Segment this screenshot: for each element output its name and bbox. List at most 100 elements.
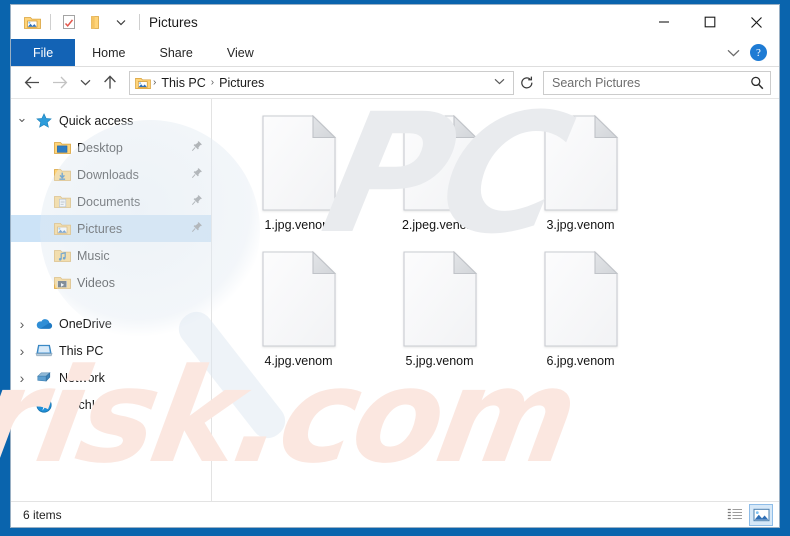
sidebar-item-label: Documents xyxy=(77,194,141,209)
file-item[interactable]: 3.jpg.venom xyxy=(510,111,651,247)
this-pc-icon xyxy=(33,343,55,358)
quick-access-toolbar xyxy=(11,11,143,33)
sidebar-item-this-pc[interactable]: This PC xyxy=(11,337,211,364)
documents-folder-icon xyxy=(51,194,73,209)
recent-locations-button[interactable] xyxy=(75,71,95,95)
maximize-button[interactable] xyxy=(687,5,733,39)
file-list-pane: 1.jpg.venom 2.jpeg.venom 3.jpg.venom 4.jpg.… xyxy=(212,99,779,501)
chevron-right-icon[interactable] xyxy=(11,370,33,386)
sidebar-item-videos[interactable]: Videos xyxy=(11,269,211,296)
pin-icon[interactable] xyxy=(191,194,203,209)
item-count-label: 6 items xyxy=(23,507,62,522)
blank-document-icon xyxy=(543,114,618,211)
pictures-folder-icon[interactable] xyxy=(21,11,43,33)
sidebar-item-music[interactable]: Music xyxy=(11,242,211,269)
chevron-right-icon[interactable] xyxy=(11,316,33,332)
sidebar-item-downloads[interactable]: Downloads xyxy=(11,161,211,188)
desktop-folder-icon xyxy=(51,140,73,155)
pictures-folder-icon xyxy=(51,221,73,236)
file-item[interactable]: 6.jpg.venom xyxy=(510,247,651,383)
sidebar-group-spacer xyxy=(11,296,211,310)
caption-buttons xyxy=(641,5,779,39)
explorer-content: Quick access Desktop Downloads Documents Pic… xyxy=(11,99,779,501)
file-item[interactable]: 4.jpg.venom xyxy=(228,247,369,383)
search-input[interactable]: Search Pictures xyxy=(552,76,750,90)
toolbar-divider xyxy=(50,14,51,30)
refresh-button[interactable] xyxy=(516,71,538,95)
breadcrumb-folder-icon xyxy=(135,76,151,90)
sidebar-item-desktop[interactable]: Desktop xyxy=(11,134,211,161)
blank-document-icon xyxy=(402,250,477,347)
breadcrumb-dropdown-icon[interactable] xyxy=(490,77,509,88)
sidebar-item-network[interactable]: Network xyxy=(11,364,211,391)
blank-document-icon xyxy=(261,114,336,211)
file-name-label: 6.jpg.venom xyxy=(546,354,615,368)
downloads-folder-icon xyxy=(51,167,73,182)
breadcrumb-separator-1[interactable]: › xyxy=(151,77,158,88)
breadcrumb-item-pictures[interactable]: Pictures xyxy=(216,76,267,90)
sidebar-item-label: Quick access xyxy=(59,113,134,128)
blank-document-icon xyxy=(543,250,618,347)
tab-view[interactable]: View xyxy=(210,39,271,66)
network-icon xyxy=(33,370,55,385)
customize-dropdown-icon[interactable] xyxy=(110,11,132,33)
sidebar-item-quick-access[interactable]: Quick access xyxy=(11,107,211,134)
search-icon[interactable] xyxy=(750,76,764,90)
tab-share[interactable]: Share xyxy=(143,39,210,66)
large-icons-view-button[interactable] xyxy=(749,503,773,526)
help-icon[interactable]: ? xyxy=(750,44,767,61)
properties-icon[interactable] xyxy=(58,11,80,33)
sidebar-item-label: This PC xyxy=(59,343,104,358)
file-item[interactable]: 1.jpg.venom xyxy=(228,111,369,247)
ribbon-tab-bar: File Home Share View ? xyxy=(11,39,779,67)
file-name-label: 5.jpg.venom xyxy=(405,354,474,368)
tab-file[interactable]: File xyxy=(11,39,76,66)
file-item[interactable]: 2.jpeg.venom xyxy=(369,111,510,247)
new-folder-icon[interactable] xyxy=(84,11,106,33)
breadcrumb[interactable]: › This PC › Pictures xyxy=(129,70,514,95)
pin-icon[interactable] xyxy=(191,221,203,236)
videos-folder-icon xyxy=(51,275,73,290)
star-icon xyxy=(33,112,55,129)
sidebar-item-onedrive[interactable]: OneDrive xyxy=(11,310,211,337)
details-view-button[interactable] xyxy=(723,504,747,526)
ribbon-controls: ? xyxy=(727,39,779,66)
forward-button[interactable] xyxy=(47,71,73,95)
blank-document-icon xyxy=(261,250,336,347)
file-item[interactable]: 5.jpg.venom xyxy=(369,247,510,383)
file-name-label: 3.jpg.venom xyxy=(546,218,615,232)
sidebar-item-label: Music xyxy=(77,248,110,263)
onedrive-cloud-icon xyxy=(33,317,55,331)
chevron-right-icon[interactable] xyxy=(11,397,33,413)
file-explorer-window: Pictures File Home Share View ? › This P… xyxy=(10,4,780,528)
chevron-right-icon[interactable] xyxy=(11,343,33,359)
file-name-label: 4.jpg.venom xyxy=(264,354,333,368)
address-bar: › This PC › Pictures Search Pictures xyxy=(11,67,779,99)
tab-home[interactable]: Home xyxy=(75,39,142,66)
sidebar-item-documents[interactable]: Documents xyxy=(11,188,211,215)
sidebar-item-pictures[interactable]: Pictures xyxy=(11,215,211,242)
close-button[interactable] xyxy=(733,5,779,39)
breadcrumb-item-this-pc[interactable]: This PC xyxy=(158,76,208,90)
status-bar: 6 items xyxy=(11,501,779,527)
expand-ribbon-icon[interactable] xyxy=(727,44,740,62)
chevron-down-icon[interactable] xyxy=(11,113,33,129)
pin-icon[interactable] xyxy=(191,140,203,155)
blank-document-icon xyxy=(402,114,477,211)
pin-icon[interactable] xyxy=(191,167,203,182)
breadcrumb-separator-2[interactable]: › xyxy=(209,77,216,88)
sidebar-item-label: Network xyxy=(59,370,105,385)
sidebar-item-label: OneDrive xyxy=(59,316,112,331)
back-button[interactable] xyxy=(19,71,45,95)
search-box[interactable]: Search Pictures xyxy=(543,70,771,95)
sidebar-item-label: Catch! xyxy=(59,397,96,412)
up-button[interactable] xyxy=(97,71,123,95)
navigation-pane: Quick access Desktop Downloads Documents Pic… xyxy=(11,99,212,501)
window-title: Pictures xyxy=(149,14,198,30)
sidebar-item-label: Videos xyxy=(77,275,115,290)
catch-icon xyxy=(33,396,55,413)
sidebar-item-catch[interactable]: Catch! xyxy=(11,391,211,418)
sidebar-item-label: Downloads xyxy=(77,167,139,182)
minimize-button[interactable] xyxy=(641,5,687,39)
music-folder-icon xyxy=(51,248,73,263)
